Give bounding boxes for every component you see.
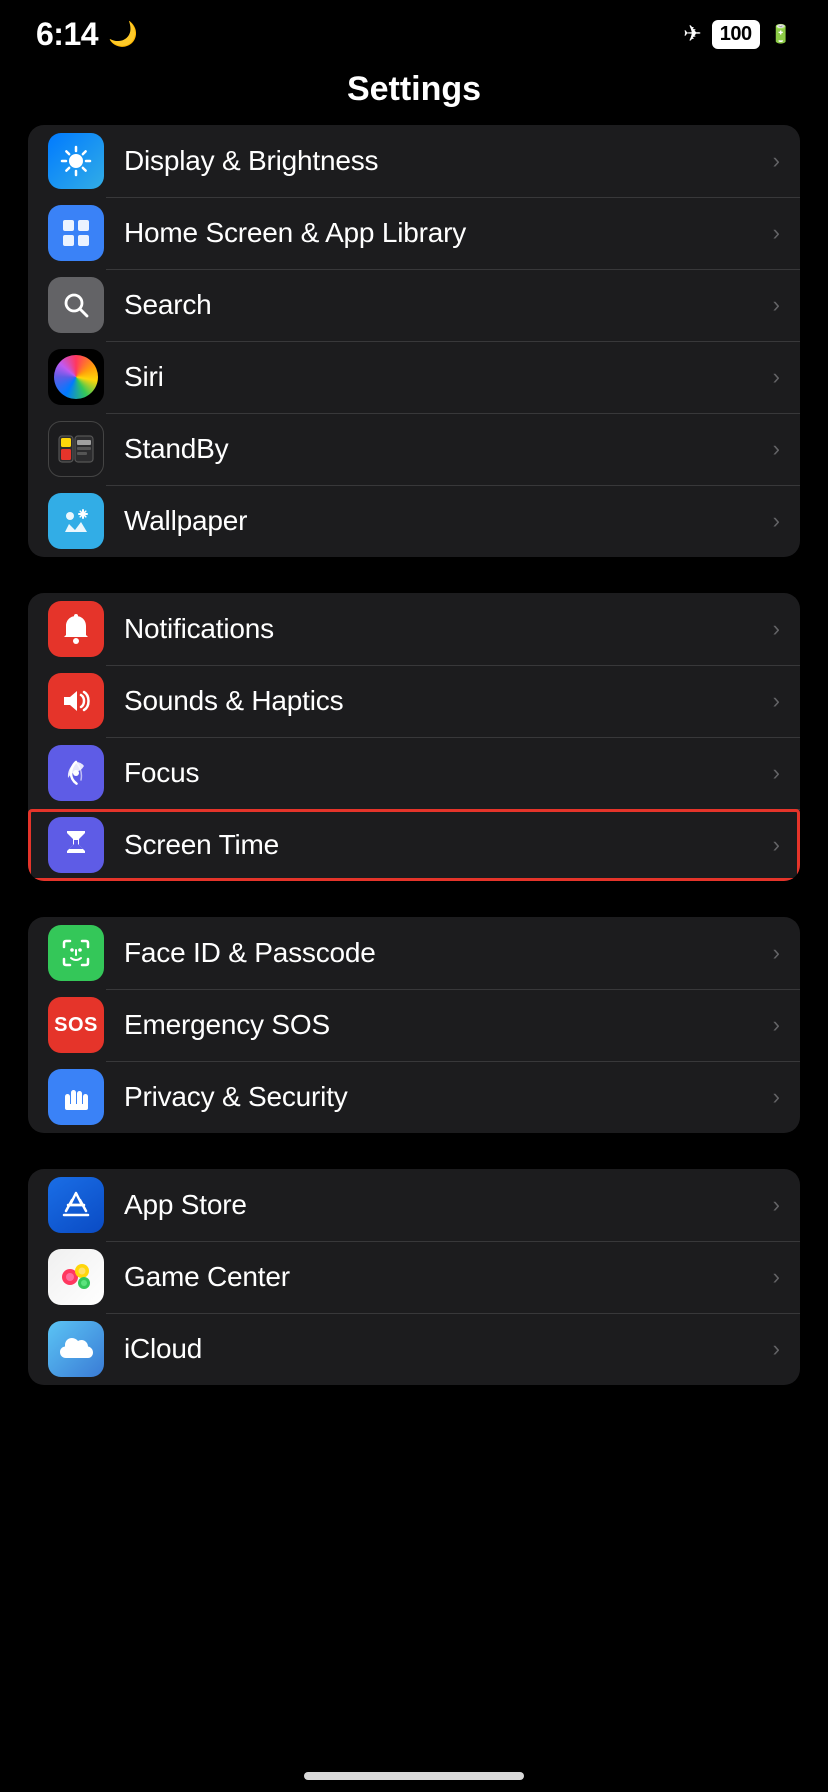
faceid-icon [48, 925, 104, 981]
siri-chevron: › [773, 364, 780, 390]
sounds-label: Sounds & Haptics [124, 685, 765, 717]
notifications-chevron: › [773, 616, 780, 642]
search-label: Search [124, 289, 765, 321]
notifications-icon [48, 601, 104, 657]
page-header: Settings [0, 60, 828, 125]
faceid-chevron: › [773, 940, 780, 966]
faceid-label: Face ID & Passcode [124, 937, 765, 969]
icloud-label: iCloud [124, 1333, 765, 1365]
settings-row-homescreen[interactable]: Home Screen & App Library › [28, 197, 800, 269]
privacy-icon [48, 1069, 104, 1125]
privacy-label: Privacy & Security [124, 1081, 765, 1113]
search-icon [48, 277, 104, 333]
focus-icon [48, 745, 104, 801]
sos-chevron: › [773, 1012, 780, 1038]
wallpaper-label: Wallpaper [124, 505, 765, 537]
battery-badge: 100 [712, 20, 760, 49]
display-chevron: › [773, 148, 780, 174]
gamecenter-icon [48, 1249, 104, 1305]
sounds-icon [48, 673, 104, 729]
appstore-chevron: › [773, 1192, 780, 1218]
siri-label: Siri [124, 361, 765, 393]
siri-icon [48, 349, 104, 405]
gamecenter-chevron: › [773, 1264, 780, 1290]
settings-group-1: Display & Brightness › Home Screen & App… [28, 125, 800, 557]
screentime-chevron: › [773, 832, 780, 858]
settings-row-sos[interactable]: SOS Emergency SOS › [28, 989, 800, 1061]
gamecenter-label: Game Center [124, 1261, 765, 1293]
standby-chevron: › [773, 436, 780, 462]
status-time: 6:14 [36, 16, 98, 53]
focus-chevron: › [773, 760, 780, 786]
icloud-icon [48, 1321, 104, 1377]
settings-group-3: Face ID & Passcode › SOS Emergency SOS › [28, 917, 800, 1133]
focus-label: Focus [124, 757, 765, 789]
settings-row-appstore[interactable]: App Store › [28, 1169, 800, 1241]
settings-row-wallpaper[interactable]: Wallpaper › [28, 485, 800, 557]
home-indicator [304, 1772, 524, 1780]
settings-row-gamecenter[interactable]: Game Center › [28, 1241, 800, 1313]
homescreen-icon [48, 205, 104, 261]
display-label: Display & Brightness [124, 145, 765, 177]
settings-row-sounds[interactable]: Sounds & Haptics › [28, 665, 800, 737]
settings-row-siri[interactable]: Siri › [28, 341, 800, 413]
icloud-chevron: › [773, 1336, 780, 1362]
notifications-label: Notifications [124, 613, 765, 645]
screentime-label: Screen Time [124, 829, 765, 861]
wallpaper-chevron: › [773, 508, 780, 534]
settings-row-standby[interactable]: StandBy › [28, 413, 800, 485]
wallpaper-icon [48, 493, 104, 549]
settings-list: Display & Brightness › Home Screen & App… [0, 125, 828, 1385]
display-icon [48, 133, 104, 189]
screentime-icon [48, 817, 104, 873]
sos-icon: SOS [48, 997, 104, 1053]
settings-group-4: App Store › Game Center › [28, 1169, 800, 1385]
privacy-chevron: › [773, 1084, 780, 1110]
page-title: Settings [347, 70, 481, 108]
battery-icon: 🔋 [770, 24, 792, 45]
settings-group-2: Notifications › Sounds & Haptics › [28, 593, 800, 881]
homescreen-label: Home Screen & App Library [124, 217, 765, 249]
sos-badge: SOS [48, 1010, 104, 1041]
settings-row-faceid[interactable]: Face ID & Passcode › [28, 917, 800, 989]
settings-row-privacy[interactable]: Privacy & Security › [28, 1061, 800, 1133]
settings-row-focus[interactable]: Focus › [28, 737, 800, 809]
status-right: ✈ 100 🔋 [683, 20, 792, 49]
moon-icon: 🌙 [108, 20, 138, 49]
standby-label: StandBy [124, 433, 765, 465]
settings-row-search[interactable]: Search › [28, 269, 800, 341]
airplane-icon: ✈ [683, 21, 701, 47]
homescreen-chevron: › [773, 220, 780, 246]
standby-icon [48, 421, 104, 477]
sos-label: Emergency SOS [124, 1009, 765, 1041]
appstore-label: App Store [124, 1189, 765, 1221]
appstore-icon [48, 1177, 104, 1233]
settings-row-screentime[interactable]: Screen Time › [28, 809, 800, 881]
status-bar: 6:14 🌙 ✈ 100 🔋 [0, 0, 828, 60]
sounds-chevron: › [773, 688, 780, 714]
settings-row-icloud[interactable]: iCloud › [28, 1313, 800, 1385]
settings-row-display[interactable]: Display & Brightness › [28, 125, 800, 197]
search-chevron: › [773, 292, 780, 318]
settings-row-notifications[interactable]: Notifications › [28, 593, 800, 665]
